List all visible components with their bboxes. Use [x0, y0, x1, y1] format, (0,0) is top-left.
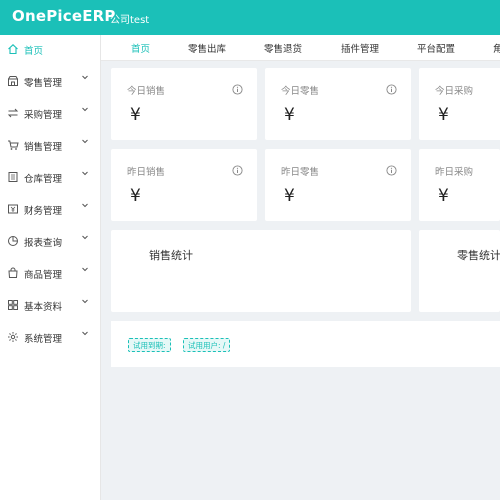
card-title: 今日销售 [127, 86, 166, 97]
swap-icon [7, 108, 19, 118]
grid-icon [8, 300, 18, 310]
card-title: 今日采购 [435, 86, 474, 97]
sidebar-item-reports[interactable]: 报表查询 [0, 227, 100, 255]
settings-icon [8, 332, 18, 342]
tab-plugin-management[interactable]: 插件管理 [341, 41, 379, 55]
info-icon[interactable] [232, 165, 243, 176]
tab-bar: 首页 零售出库 零售退货 插件管理 平台配置 角 [101, 35, 500, 61]
sidebar-item-finance[interactable]: 财务管理 [0, 195, 100, 223]
card-yesterday-sales: 昨日销售 ¥ [111, 149, 257, 221]
app-logo[interactable]: OnePiceERP [12, 7, 116, 25]
card-title: 今日零售 [281, 86, 320, 97]
tab-role[interactable]: 角 [493, 41, 500, 55]
info-icon[interactable] [232, 84, 243, 95]
store-icon [8, 76, 18, 86]
bag-icon [8, 267, 18, 278]
info-icon[interactable] [386, 84, 397, 95]
panel-title: 销售统计 [149, 249, 193, 262]
chevron-down-icon [82, 331, 88, 336]
chevron-down-icon [82, 107, 88, 112]
card-today-retail: 今日零售 ¥ [265, 68, 411, 140]
chevron-down-icon [82, 203, 88, 208]
sidebar-item-home[interactable]: 首页 [0, 35, 100, 63]
card-today-sales: 今日销售 ¥ [111, 68, 257, 140]
sidebar-item-label: 采购管理 [24, 110, 63, 121]
sidebar-item-sales[interactable]: 销售管理 [0, 131, 100, 159]
chevron-down-icon [82, 75, 88, 80]
sidebar-item-warehouse[interactable]: 仓库管理 [0, 163, 100, 191]
sidebar-item-label: 报表查询 [24, 238, 63, 249]
card-title: 昨日采购 [435, 167, 474, 178]
card-value: ¥ [438, 105, 449, 125]
sidebar-item-label: 系统管理 [24, 334, 63, 345]
sidebar-item-system[interactable]: 系统管理 [0, 323, 100, 351]
pie-chart-icon [8, 236, 18, 246]
sidebar-item-purchase[interactable]: 采购管理 [0, 99, 100, 127]
warehouse-icon [8, 172, 18, 182]
sidebar-item-label: 销售管理 [24, 142, 63, 153]
panel-title: 零售统计 [457, 249, 500, 262]
tab-home[interactable]: 首页 [131, 41, 150, 55]
sidebar: 首页 零售管理 采购管理 销售管理 仓库管理 财务管理 报表查询 商品管理 基本… [0, 35, 101, 500]
sidebar-item-products[interactable]: 商品管理 [0, 259, 100, 287]
chevron-down-icon [82, 235, 88, 240]
sidebar-item-label: 财务管理 [24, 206, 63, 217]
sales-statistics-panel: 销售统计 [111, 230, 411, 312]
finance-icon [8, 204, 18, 214]
cart-icon [8, 140, 19, 150]
chevron-down-icon [82, 171, 88, 176]
sidebar-item-retail[interactable]: 零售管理 [0, 67, 100, 95]
sidebar-item-label: 商品管理 [24, 270, 63, 281]
home-icon [8, 44, 18, 55]
tab-retail-return[interactable]: 零售退货 [264, 41, 302, 55]
chevron-down-icon [82, 139, 88, 144]
card-value: ¥ [130, 105, 141, 125]
trial-expiry-tag: 试用到期: [128, 338, 171, 352]
retail-statistics-panel: 零售统计 [419, 230, 500, 312]
tab-retail-out[interactable]: 零售出库 [188, 41, 226, 55]
sidebar-item-label: 首页 [24, 46, 44, 57]
card-yesterday-retail: 昨日零售 ¥ [265, 149, 411, 221]
card-value: ¥ [284, 105, 295, 125]
sidebar-item-basic-data[interactable]: 基本资料 [0, 291, 100, 319]
sidebar-item-label: 零售管理 [24, 78, 63, 89]
active-tab-indicator [114, 24, 164, 26]
chevron-down-icon [82, 267, 88, 272]
trial-users-tag: 试用用户: / [183, 338, 231, 352]
card-yesterday-purchase: 昨日采购 ¥ [419, 149, 500, 221]
card-value: ¥ [130, 186, 141, 206]
top-header: OnePiceERP 公司test [0, 0, 500, 35]
chevron-down-icon [82, 299, 88, 304]
card-value: ¥ [438, 186, 449, 206]
card-title: 昨日销售 [127, 167, 166, 178]
card-title: 昨日零售 [281, 167, 320, 178]
card-value: ¥ [284, 186, 295, 206]
card-today-purchase: 今日采购 ¥ [419, 68, 500, 140]
tab-platform-config[interactable]: 平台配置 [417, 41, 455, 55]
sidebar-item-label: 仓库管理 [24, 174, 63, 185]
sidebar-item-label: 基本资料 [24, 302, 63, 313]
info-icon[interactable] [386, 165, 397, 176]
